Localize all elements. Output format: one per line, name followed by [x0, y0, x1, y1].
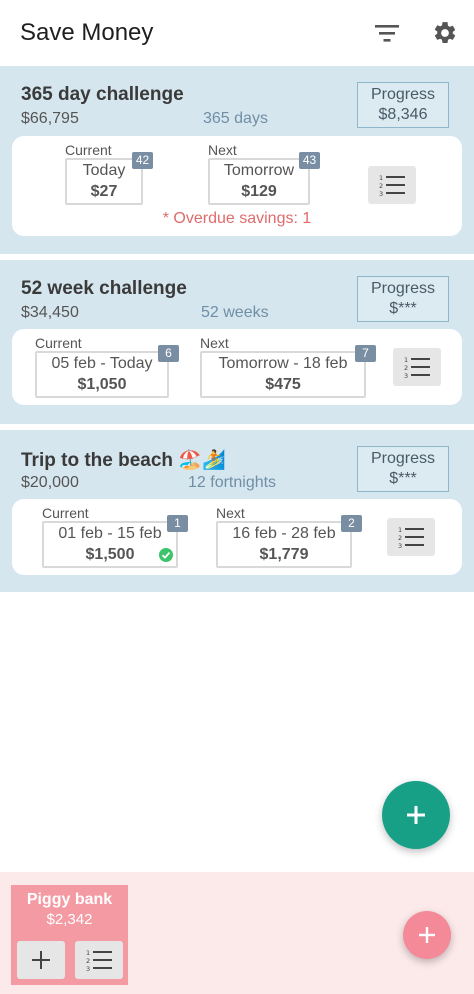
svg-text:3: 3 [379, 190, 383, 197]
current-date: 01 feb - 15 feb [58, 525, 162, 542]
next-amount: $1,779 [259, 546, 309, 563]
plus-icon [419, 927, 435, 943]
current-period: Current Today $27 42 [65, 142, 153, 205]
current-date: Today [82, 162, 126, 179]
current-period: Current 01 feb - 15 feb $1,500 1 [42, 505, 188, 568]
filter-list-icon [375, 25, 399, 42]
challenge-amount: $20,000 [21, 474, 79, 491]
next-date: Tomorrow - 18 feb [218, 355, 348, 372]
progress-value: $8,346 [378, 106, 428, 123]
list-button[interactable]: 1 2 3 [387, 518, 435, 556]
next-amount: $129 [241, 183, 277, 200]
period-panel: Current 01 feb - 15 feb $1,500 1 Next 16… [12, 499, 462, 575]
piggy-add-button[interactable] [17, 941, 65, 979]
svg-text:2: 2 [398, 534, 402, 542]
progress-label: Progress [370, 280, 436, 297]
check-circle-icon [159, 548, 173, 562]
next-label: Next [208, 142, 237, 158]
next-label: Next [200, 335, 229, 351]
svg-text:3: 3 [398, 542, 402, 549]
svg-text:2: 2 [404, 364, 408, 372]
next-label: Next [216, 505, 245, 521]
progress-label: Progress [370, 450, 436, 467]
challenge-card-trip-to-the-beach[interactable]: Trip to the beach 🏖️🏄 $20,000 12 fortnig… [0, 430, 474, 592]
current-badge: 42 [132, 152, 153, 169]
numbered-list-icon: 1 2 3 [398, 526, 424, 549]
numbered-list-icon: 1 2 3 [86, 949, 112, 972]
challenge-period: 12 fortnights [188, 474, 277, 491]
svg-text:1: 1 [86, 949, 90, 957]
current-badge: 1 [167, 515, 188, 532]
svg-text:1: 1 [404, 356, 408, 364]
page-title: Save Money [20, 19, 154, 46]
current-period: Current 05 feb - Today $1,050 6 [35, 335, 179, 398]
next-period: Next Tomorrow $129 43 [208, 142, 320, 205]
challenge-period: 365 days [203, 110, 268, 127]
svg-text:1: 1 [379, 174, 383, 182]
svg-text:2: 2 [379, 182, 383, 190]
challenge-card-365-day[interactable]: 365 day challenge $66,795 365 days Progr… [0, 66, 474, 254]
challenge-period: 52 weeks [201, 304, 269, 321]
next-amount: $475 [265, 376, 301, 393]
current-date: 05 feb - Today [51, 355, 153, 372]
next-period: Next 16 feb - 28 feb $1,779 2 [216, 505, 362, 568]
current-amount: $27 [90, 183, 118, 200]
challenge-amount: $66,795 [21, 110, 79, 127]
period-panel: Current Today $27 42 Next Tomorrow $129 … [12, 136, 462, 236]
piggy-bank-card[interactable]: Piggy bank $2,342 1 2 3 [11, 885, 128, 985]
plus-icon [32, 951, 50, 969]
numbered-list-icon: 1 2 3 [404, 356, 430, 379]
numbered-list-icon: 1 2 3 [379, 174, 405, 197]
svg-text:1: 1 [398, 526, 402, 534]
challenge-card-52-week[interactable]: 52 week challenge $34,450 52 weeks Progr… [0, 260, 474, 424]
next-period-box[interactable]: Tomorrow - 18 feb $475 7 [200, 345, 376, 398]
period-panel: Current 05 feb - Today $1,050 6 Next Tom… [12, 329, 462, 405]
svg-text:3: 3 [404, 372, 408, 379]
challenge-title: 365 day challenge [21, 84, 184, 105]
add-challenge-button[interactable] [382, 781, 450, 849]
progress-button[interactable]: Progress $*** [357, 276, 449, 322]
challenge-amount: $34,450 [21, 304, 79, 321]
gear-icon [434, 22, 456, 43]
svg-text:2: 2 [86, 957, 90, 965]
piggy-bank-title: Piggy bank [26, 891, 113, 908]
progress-label: Progress [370, 86, 436, 103]
current-period-box[interactable]: 01 feb - 15 feb $1,500 1 [42, 515, 188, 568]
current-period-box[interactable]: Today $27 42 [65, 152, 153, 205]
svg-text:3: 3 [86, 965, 90, 972]
plus-icon [407, 806, 425, 824]
challenge-title: 52 week challenge [21, 278, 187, 299]
next-period-box[interactable]: 16 feb - 28 feb $1,779 2 [216, 515, 362, 568]
next-period-box[interactable]: Tomorrow $129 43 [208, 152, 320, 205]
list-button[interactable]: 1 2 3 [393, 348, 441, 386]
next-badge: 7 [355, 345, 376, 362]
current-amount: $1,050 [77, 376, 127, 393]
current-label: Current [42, 505, 89, 521]
next-date: Tomorrow [223, 162, 295, 179]
piggy-bank-amount: $2,342 [46, 911, 93, 928]
current-amount: $1,500 [85, 546, 135, 563]
progress-value: $*** [389, 300, 417, 317]
next-badge: 2 [341, 515, 362, 532]
current-label: Current [35, 335, 82, 351]
app-bar: Save Money [0, 0, 474, 66]
list-button[interactable]: 1 2 3 [368, 166, 416, 204]
overdue-notice: * Overdue savings: 1 [162, 210, 312, 227]
progress-button[interactable]: Progress $8,346 [357, 82, 449, 128]
progress-button[interactable]: Progress $*** [357, 446, 449, 492]
current-period-box[interactable]: 05 feb - Today $1,050 6 [35, 345, 179, 398]
piggy-list-button[interactable]: 1 2 3 [75, 941, 123, 979]
challenge-title: Trip to the beach 🏖️🏄 [21, 450, 226, 471]
progress-value: $*** [389, 470, 417, 487]
settings-button[interactable] [428, 16, 462, 50]
add-piggy-deposit-button[interactable] [403, 911, 451, 959]
next-badge: 43 [299, 152, 320, 169]
current-badge: 6 [158, 345, 179, 362]
next-date: 16 feb - 28 feb [232, 525, 336, 542]
next-period: Next Tomorrow - 18 feb $475 7 [200, 335, 376, 398]
filter-button[interactable] [370, 16, 404, 50]
